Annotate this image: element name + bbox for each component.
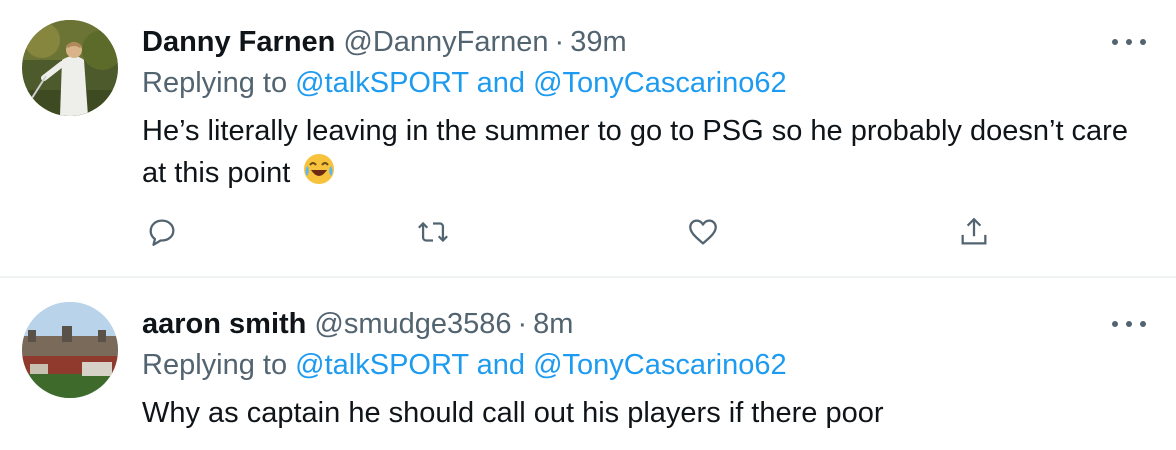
golfer-avatar-image (22, 20, 118, 116)
stadium-avatar-image (22, 302, 118, 398)
replying-conjunction: and (476, 67, 526, 99)
tweet-header: aaron smith @smudge3586 · 8m (142, 304, 573, 344)
timestamp[interactable]: 8m (533, 308, 573, 341)
replying-conjunction: and (476, 349, 526, 381)
tweet[interactable]: aaron smith @smudge3586 · 8m Replying to… (0, 278, 1176, 450)
replying-to: Replying to @talkSPORT and @TonyCascarin… (142, 349, 787, 382)
replying-to-label: Replying to (142, 349, 288, 381)
mention-link[interactable]: @talkSPORT (295, 67, 468, 99)
more-options-icon[interactable] (1112, 32, 1146, 52)
like-button[interactable] (683, 212, 723, 252)
tweet-text-content: Why as captain he should call out his pl… (142, 397, 884, 429)
tweet-actions (142, 212, 1002, 252)
mention-link[interactable]: @talkSPORT (295, 349, 468, 381)
tweet-text: He’s literally leaving in the summer to … (142, 110, 1142, 198)
replying-to: Replying to @talkSPORT and @TonyCascarin… (142, 67, 787, 100)
display-name[interactable]: aaron smith (142, 308, 306, 341)
share-button[interactable] (954, 212, 994, 252)
retweet-icon (418, 221, 448, 243)
display-name[interactable]: Danny Farnen (142, 26, 335, 59)
reply-button[interactable] (142, 212, 182, 252)
user-handle[interactable]: @smudge3586 (314, 308, 511, 341)
tweet-text-content: He’s literally leaving in the summer to … (142, 115, 1128, 189)
tweet-text: Why as captain he should call out his pl… (142, 392, 1142, 434)
timestamp[interactable]: 39m (570, 26, 626, 59)
retweet-button[interactable] (413, 212, 453, 252)
mention-link[interactable]: @TonyCascarino62 (533, 67, 787, 99)
tweet-header: Danny Farnen @DannyFarnen · 39m (142, 22, 627, 62)
like-icon (689, 219, 717, 245)
separator-dot: · (517, 307, 528, 340)
separator-dot: · (554, 25, 565, 58)
more-options-icon[interactable] (1112, 314, 1146, 334)
replying-to-label: Replying to (142, 67, 288, 99)
face-with-tears-of-joy-icon (302, 152, 336, 198)
avatar[interactable] (22, 302, 118, 398)
mention-link[interactable]: @TonyCascarino62 (533, 349, 787, 381)
tweet[interactable]: Danny Farnen @DannyFarnen · 39m Replying… (0, 0, 1176, 278)
avatar[interactable] (22, 20, 118, 116)
reply-icon (149, 219, 175, 246)
share-icon (961, 217, 987, 245)
user-handle[interactable]: @DannyFarnen (343, 26, 548, 59)
